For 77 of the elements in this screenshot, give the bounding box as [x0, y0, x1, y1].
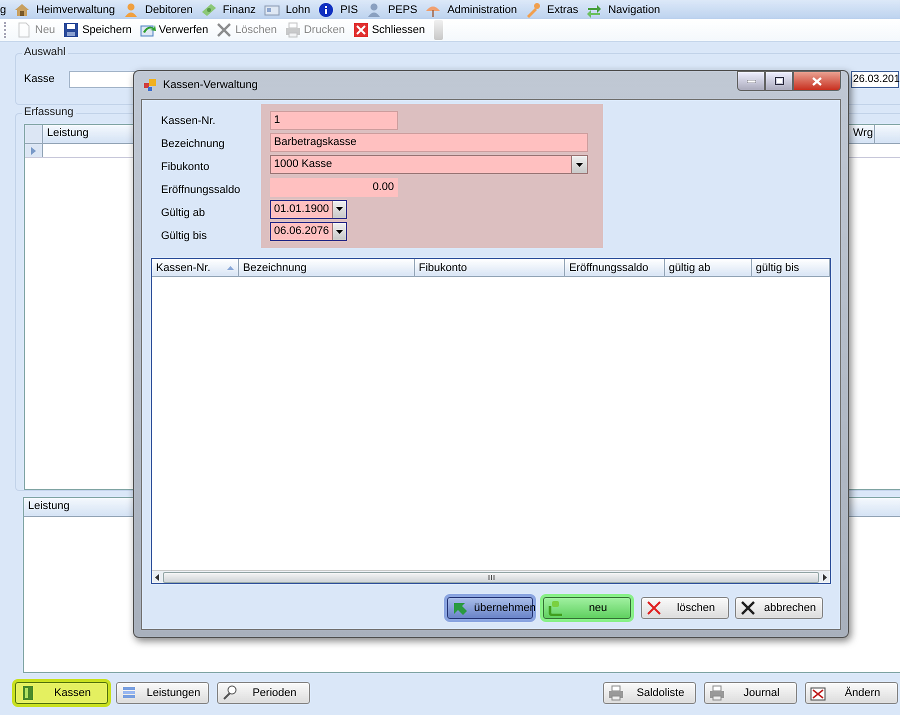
window-title: Kassen-Verwaltung: [163, 79, 258, 91]
field-label: Kassen-Nr.: [161, 114, 216, 128]
menu-item[interactable]: Extras: [545, 4, 582, 16]
dialog-button[interactable]: übernehmen: [447, 597, 533, 619]
column-header[interactable]: Bezeichnung: [239, 259, 415, 276]
window-icon: [143, 78, 157, 92]
minimize-button[interactable]: [737, 71, 765, 91]
action-button[interactable]: Leistungen: [116, 682, 209, 704]
amount-field[interactable]: 0.00: [270, 178, 398, 197]
column-header[interactable]: gültig ab: [664, 259, 752, 276]
action-button[interactable]: Journal: [704, 682, 797, 704]
close-icon: [352, 22, 369, 38]
book-icon: [20, 685, 36, 701]
floppy-icon: [63, 22, 80, 38]
group-title: Auswahl: [22, 46, 68, 58]
printer-icon: [709, 685, 725, 701]
toolbar-button[interactable]: Schliessen: [350, 22, 428, 38]
stack-icon: [121, 685, 137, 701]
column-header[interactable]: Kassen-Nr.: [152, 259, 239, 276]
action-button[interactable]: Perioden: [217, 682, 310, 704]
horizontal-scrollbar[interactable]: [152, 570, 830, 583]
text-field[interactable]: Barbetragskasse: [270, 132, 588, 152]
field-label: Gültig ab: [161, 206, 206, 220]
person-icon: [366, 2, 382, 18]
account-dropdown[interactable]: 1000 Kasse: [270, 155, 588, 174]
dropdown-arrow-icon: [336, 230, 344, 234]
close-button[interactable]: [793, 71, 841, 91]
menu-item[interactable]: PEPS: [386, 4, 422, 16]
column-header[interactable]: Fibukonto: [414, 259, 566, 276]
dropdown-arrow-icon: [576, 162, 583, 167]
date-picker[interactable]: 06.06.2076: [270, 222, 347, 242]
action-button[interactable]: Saldoliste: [603, 682, 696, 704]
maximize-icon: [774, 77, 784, 85]
text-field[interactable]: 1: [270, 110, 398, 130]
close-icon: [812, 76, 822, 86]
column-header[interactable]: gültig bis: [752, 259, 830, 276]
arrow-icon: [452, 600, 468, 616]
scroll-left-icon[interactable]: [155, 574, 159, 580]
house-icon: [14, 2, 30, 18]
field-label: Bezeichnung: [161, 136, 226, 152]
scroll-right-icon[interactable]: [823, 574, 827, 580]
date-picker[interactable]: 01.01.1900: [270, 200, 347, 219]
dialog-button[interactable]: neu: [543, 597, 631, 619]
money-icon: [200, 2, 217, 18]
page-icon: [16, 22, 32, 38]
toolbar-button[interactable]: Verwerfen: [136, 22, 212, 38]
field-label: Gültig bis: [161, 228, 208, 244]
menu-item[interactable]: Finanz: [220, 4, 260, 16]
field-label: Kasse: [24, 73, 55, 85]
cross-icon: [646, 600, 662, 616]
field-label: Eröffnungssaldo: [161, 182, 242, 198]
column-header[interactable]: Eröffnungssaldo: [565, 259, 665, 276]
printer-icon: [284, 22, 301, 38]
cross-icon: [740, 600, 756, 616]
person-icon: [123, 2, 139, 18]
toolbar-button[interactable]: Speichern: [60, 22, 135, 38]
dialog-button[interactable]: löschen: [641, 597, 729, 619]
menu-item[interactable]: PIS: [338, 4, 362, 16]
menu-item[interactable]: g: [0, 4, 10, 16]
grip-icon: [488, 574, 494, 580]
dialog-button[interactable]: abbrechen: [735, 597, 823, 619]
row-pointer-icon: [31, 146, 36, 154]
cash-button[interactable]: Kassen: [15, 682, 108, 704]
cross-icon: [216, 22, 232, 38]
minimize-icon: [746, 80, 756, 82]
group-title: Erfassung: [22, 106, 76, 118]
action-button[interactable]: Ändern: [805, 682, 898, 704]
maximize-button[interactable]: [765, 71, 793, 91]
menu-item[interactable]: Administration: [445, 4, 522, 16]
printer-icon: [608, 685, 624, 701]
dropdown-arrow-icon: [336, 207, 344, 212]
menu-item[interactable]: Navigation: [606, 4, 664, 16]
menu-item[interactable]: Heimverwaltung: [34, 4, 119, 16]
info-icon: [318, 2, 334, 18]
menu-item[interactable]: Lohn: [284, 4, 314, 16]
field-label: Fibukonto: [161, 160, 210, 174]
menu-item[interactable]: Debitoren: [143, 4, 197, 16]
